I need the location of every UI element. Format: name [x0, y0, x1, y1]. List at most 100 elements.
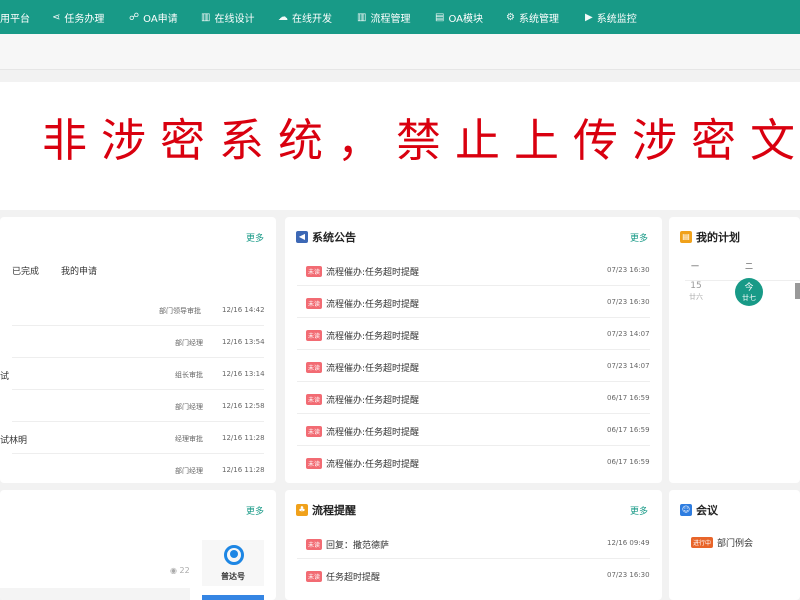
unread-badge: 未读	[306, 330, 323, 341]
tab-completed[interactable]: 已完成	[12, 264, 39, 277]
tab-bar	[0, 34, 800, 70]
news-panel: 更多 普达号 ◉ 22	[0, 490, 276, 600]
task-time: 12/16 13:54	[222, 338, 265, 346]
task-node: 部门领导审批	[159, 307, 201, 315]
plan-title: ▤ 我的计划	[680, 229, 740, 245]
process-remind-title: ♣ 流程提醒	[296, 502, 356, 518]
day-number: 15	[690, 281, 702, 291]
unread-badge: 未读	[306, 458, 323, 469]
day-lunar: 廿七	[742, 294, 756, 302]
notice-row[interactable]: 未读 流程催办:任务超时提醒 07/23 14:07	[285, 350, 662, 382]
task-row[interactable]: 部门经理 12/16 12:58	[0, 390, 276, 422]
eye-icon: ◉	[170, 566, 177, 575]
process-remind-panel: ♣ 流程提醒 更多 未读 回复：撒范德萨 12/16 09:49 未读 任务超时提醒…	[285, 490, 662, 600]
nav-item-system-manage[interactable]: ⚙ 系统管理	[506, 0, 559, 34]
process-icon: ♣	[296, 504, 308, 516]
task-time: 12/16 11:28	[222, 466, 265, 474]
task-title: 试林明	[0, 436, 28, 446]
notice-time: 06/17 16:59	[607, 394, 650, 402]
user-group-icon: ☍	[129, 11, 140, 23]
task-node: 部门经理	[175, 403, 203, 411]
notice-item-title: 未读 流程催办:任务超时提醒	[306, 394, 420, 406]
meeting-row[interactable]: 进行中 部门例会	[691, 536, 753, 549]
meeting-panel: ☺ 会议 进行中 部门例会	[669, 490, 800, 600]
remind-time: 07/23 16:30	[607, 571, 650, 579]
task-tabs: 已完成 我的申请	[12, 264, 97, 277]
unread-badge: 未读	[306, 266, 323, 277]
task-time: 12/16 14:42	[222, 306, 265, 314]
task-row[interactable]: 部门经理 12/16 13:54	[0, 326, 276, 358]
in-progress-badge: 进行中	[691, 537, 714, 548]
notice-panel: ◀ 系统公告 更多 未读 流程催办:任务超时提醒 07/23 16:30 未读 流程…	[285, 217, 662, 483]
task-row[interactable]: 试 组长审批 12/16 13:14	[0, 358, 276, 390]
unread-badge: 未读	[306, 362, 323, 373]
nav-item-oa-apply[interactable]: ☍ OA申请	[129, 0, 178, 34]
news-more-link[interactable]: 更多	[246, 504, 264, 517]
gear-icon: ⚙	[506, 11, 515, 23]
unread-badge: 未读	[306, 426, 323, 437]
task-row[interactable]: 试林明 经理审批 12/16 11:28	[0, 422, 276, 454]
remind-more-link[interactable]: 更多	[630, 504, 648, 517]
task-row[interactable]: 部门经理 12/16 11:28	[0, 454, 276, 483]
news-card-title: 普达号	[221, 572, 245, 581]
task-node: 经理审批	[175, 435, 203, 443]
clipboard-icon: ▤	[680, 231, 692, 243]
notice-item-title: 未读 流程催办:任务超时提醒	[306, 426, 420, 438]
task-time: 12/16 12:58	[222, 402, 265, 410]
notice-row[interactable]: 未读 流程催办:任务超时提醒 06/17 16:59	[285, 446, 662, 478]
nav-item-process-manage[interactable]: ▥ 流程管理	[357, 0, 410, 34]
unread-badge: 未读	[306, 298, 323, 309]
nav-item-platform[interactable]: 用平台	[0, 0, 30, 34]
task-row[interactable]: 部门领导审批 12/16 14:42	[0, 294, 276, 326]
calendar-day[interactable]: 15 廿六	[689, 281, 703, 302]
unread-badge: 未读	[306, 571, 323, 582]
news-row-line	[0, 588, 190, 600]
notice-time: 06/17 16:59	[607, 458, 650, 466]
security-warning-text: 非涉密系统，禁止上传涉密文	[42, 114, 800, 167]
nav-item-system-monitor[interactable]: ▶ 系统监控	[585, 0, 637, 34]
day-number: 今	[744, 283, 754, 293]
remind-item-title: 未读 任务超时提醒	[306, 571, 381, 583]
calendar-today[interactable]: 今 廿七	[735, 278, 763, 306]
video-icon: ▶	[585, 11, 593, 23]
notice-row[interactable]: 未读 流程催办:任务超时提醒 06/17 16:59	[285, 414, 662, 446]
task-node: 部门经理	[175, 339, 203, 347]
notice-item-title: 未读 流程催办:任务超时提醒	[306, 362, 420, 374]
notice-more-link[interactable]: 更多	[630, 231, 648, 244]
task-more-link[interactable]: 更多	[246, 231, 264, 244]
notice-row[interactable]: 未读 流程催办:任务超时提醒 07/23 16:30	[285, 254, 662, 286]
task-time: 12/16 13:14	[222, 370, 265, 378]
task-time: 12/16 11:28	[222, 434, 265, 442]
tab-my-requests[interactable]: 我的申请	[61, 264, 97, 277]
day-lunar: 廿六	[689, 293, 703, 301]
unread-badge: 未读	[306, 394, 323, 405]
meeting-name: 部门例会	[717, 539, 754, 549]
news-card[interactable]: 普达号	[202, 540, 264, 586]
remind-row[interactable]: 未读 回复：撒范德萨 12/16 09:49	[285, 527, 662, 559]
task-node: 组长审批	[175, 371, 203, 379]
news-thumbnail	[202, 595, 264, 600]
nav-item-task[interactable]: ⋖ 任务办理	[52, 0, 104, 34]
nav-item-online-dev[interactable]: ☁ 在线开发	[278, 0, 332, 34]
notice-time: 07/23 16:30	[607, 266, 650, 274]
notice-row[interactable]: 未读 流程催办:任务超时提醒 07/23 14:07	[285, 318, 662, 350]
notice-item-title: 未读 流程催办:任务超时提醒	[306, 330, 420, 342]
notice-row[interactable]: 未读 流程催办:任务超时提醒 06/17 16:59	[285, 382, 662, 414]
nav-item-online-design[interactable]: ▥ 在线设计	[201, 0, 254, 34]
notice-time: 07/23 14:07	[607, 330, 650, 338]
task-panel: 更多 已完成 我的申请 部门领导审批 12/16 14:42 部门经理 12/1…	[0, 217, 276, 483]
notice-item-title: 未读 流程催办:任务超时提醒	[306, 298, 420, 310]
notice-time: 07/23 16:30	[607, 298, 650, 306]
share-icon: ⋖	[52, 11, 61, 23]
unread-badge: 未读	[306, 539, 323, 550]
notice-time: 06/17 16:59	[607, 426, 650, 434]
notice-time: 07/23 14:07	[607, 362, 650, 370]
notice-title: ◀ 系统公告	[296, 229, 356, 245]
people-icon: ☺	[680, 504, 692, 516]
remind-time: 12/16 09:49	[607, 539, 650, 547]
notice-row[interactable]: 未读 流程催办:任务超时提醒 07/23 16:30	[285, 286, 662, 318]
weekday-label: 一	[691, 262, 699, 271]
remind-row[interactable]: 未读 任务超时提醒 07/23 16:30	[285, 559, 662, 591]
nav-item-oa-module[interactable]: ▤ OA模块	[435, 0, 483, 34]
remind-item-title: 未读 回复：撒范德萨	[306, 539, 390, 551]
